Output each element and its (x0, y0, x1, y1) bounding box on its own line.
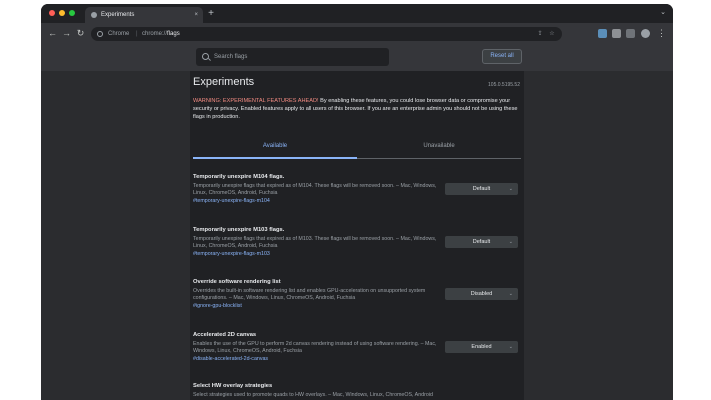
back-button[interactable]: ← (47, 28, 58, 39)
experiment-select[interactable]: Default ⌄ (445, 236, 518, 248)
address-bar[interactable]: Chrome | chrome://flags ⇪ ☆ (91, 27, 562, 41)
experiment-item: Temporarily unexpire M103 flags. Tempora… (193, 227, 521, 258)
experiment-description: Temporarily unexpire flags that expired … (193, 183, 437, 196)
experiment-item: Temporarily unexpire M104 flags. Tempora… (193, 174, 521, 205)
page-content: Search flags Reset all Experiments 105.0… (41, 45, 673, 400)
browser-window: Experiments × + ⌄ ← → ↻ Chrome | chrome:… (41, 4, 673, 400)
url-page: flags (167, 31, 180, 37)
experiment-description: Temporarily unexpire flags that expired … (193, 236, 437, 249)
experiment-link[interactable]: #temporary-unexpire-flags-m104 (193, 198, 521, 205)
chevron-down-icon: ⌄ (508, 239, 513, 245)
info-icon[interactable] (97, 31, 103, 37)
experiment-link[interactable]: #temporary-unexpire-flags-m103 (193, 251, 521, 258)
experiment-select[interactable]: Disabled ⌄ (445, 288, 518, 300)
experiment-title: Override software rendering list (193, 279, 281, 285)
tab-title: Experiments (101, 12, 135, 18)
new-tab-button[interactable]: + (205, 7, 217, 20)
bookmark-star-icon[interactable]: ☆ (548, 30, 556, 38)
experiment-select-value: Enabled (471, 344, 492, 350)
profile-avatar[interactable] (641, 29, 650, 38)
experiment-item: Accelerated 2D canvas Enables the use of… (193, 332, 521, 363)
tab-strip: Experiments × + ⌄ (41, 4, 673, 23)
experiment-title: Temporarily unexpire M103 flags. (193, 227, 285, 233)
close-window-button[interactable] (49, 10, 55, 16)
tab-available[interactable]: Available (193, 135, 357, 159)
reset-all-button[interactable]: Reset all (482, 49, 522, 64)
experiment-description: Overrides the built-in software renderin… (193, 288, 426, 301)
experiment-select-value: Disabled (470, 291, 493, 297)
flags-header: Search flags Reset all (41, 45, 673, 71)
extension-icon[interactable] (598, 29, 607, 38)
menu-kebab-icon[interactable]: ⋮ (656, 28, 667, 39)
chevron-down-icon: ⌄ (508, 186, 513, 192)
experiment-select-value: Default (472, 239, 491, 245)
flags-tabs: Available Unavailable (193, 135, 521, 159)
experiment-title: Temporarily unexpire M104 flags. (193, 174, 285, 180)
search-placeholder: Search flags (214, 54, 248, 60)
omnibox-url: chrome://flags (142, 27, 180, 41)
omnibox-chrome-label: Chrome (108, 31, 130, 37)
tab-unavailable[interactable]: Unavailable (357, 135, 521, 159)
experiment-description: Select strategies used to promote quads … (193, 392, 433, 398)
flags-page: Experiments 105.0.5195.52 WARNING: EXPER… (190, 71, 524, 400)
experiment-select[interactable]: Enabled ⌄ (445, 341, 518, 353)
chevron-down-icon: ⌄ (508, 291, 513, 297)
forward-button[interactable]: → (61, 28, 72, 39)
experiment-select-value: Default (472, 186, 491, 192)
url-scheme: chrome:// (142, 31, 168, 37)
minimize-window-button[interactable] (59, 10, 65, 16)
chevron-down-icon: ⌄ (508, 344, 513, 350)
side-panel-icon[interactable] (626, 29, 635, 38)
window-controls (49, 10, 75, 16)
experiment-select[interactable]: Default ⌄ (445, 183, 518, 195)
browser-tab[interactable]: Experiments × (85, 7, 203, 23)
experiment-title: Select HW overlay strategies (193, 383, 273, 389)
toolbar: ← → ↻ Chrome | chrome://flags ⇪ ☆ ⋮ (41, 23, 673, 45)
experiment-link[interactable]: #disable-accelerated-2d-canvas (193, 356, 521, 363)
omnibox-separator: | (136, 31, 138, 37)
experiment-item: Override software rendering list Overrid… (193, 279, 521, 310)
extensions-puzzle-icon[interactable] (612, 29, 621, 38)
share-icon[interactable]: ⇪ (536, 30, 544, 38)
flask-icon (91, 12, 97, 18)
active-tab-indicator (193, 157, 357, 159)
reload-button[interactable]: ↻ (75, 28, 86, 39)
tab-search-icon[interactable]: ⌄ (660, 8, 666, 16)
version-label: 105.0.5195.52 (488, 82, 520, 88)
page-title: Experiments (193, 76, 255, 88)
experiment-item: Select HW overlay strategies Select stra… (193, 383, 521, 399)
search-flags-input[interactable]: Search flags (196, 48, 389, 66)
maximize-window-button[interactable] (69, 10, 75, 16)
warning-prefix: WARNING: EXPERIMENTAL FEATURES AHEAD! (193, 98, 319, 104)
experiment-title: Accelerated 2D canvas (193, 332, 257, 338)
search-icon (202, 53, 209, 60)
experiment-description: Enables the use of the GPU to perform 2d… (193, 341, 437, 354)
experiment-link[interactable]: #ignore-gpu-blocklist (193, 303, 521, 310)
close-icon[interactable]: × (194, 7, 198, 23)
warning-text: WARNING: EXPERIMENTAL FEATURES AHEAD! By… (193, 97, 520, 121)
